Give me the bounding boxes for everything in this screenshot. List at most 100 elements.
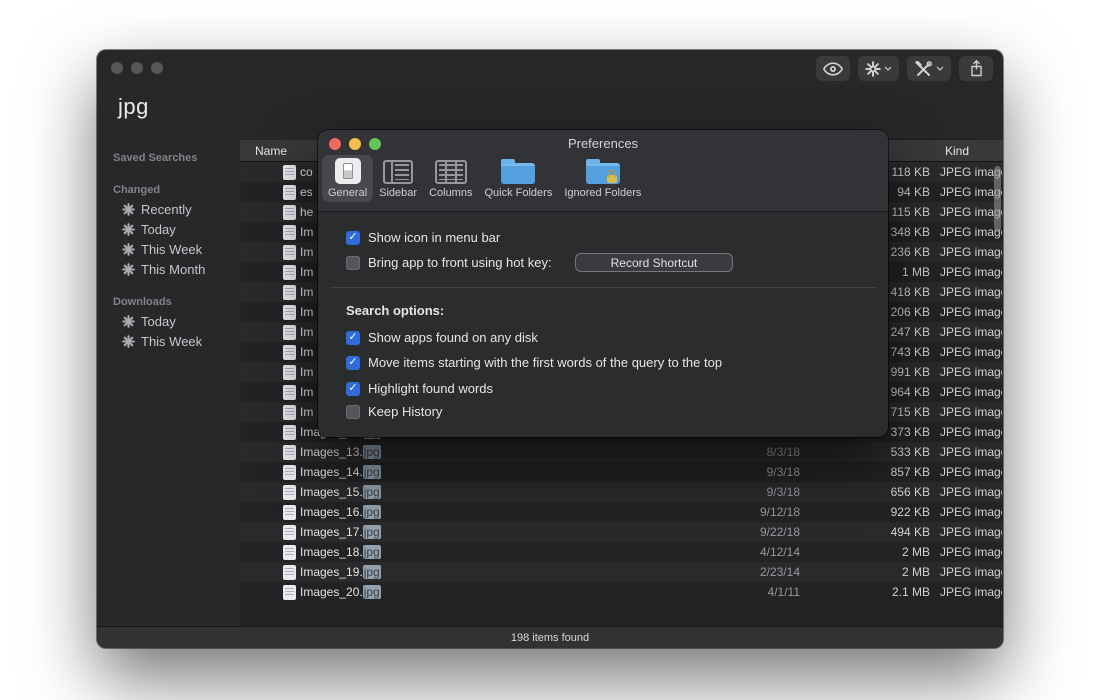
file-size: 247 KB [891,325,930,339]
file-size: 857 KB [891,465,930,479]
tools-menu-button[interactable] [907,56,951,81]
table-row[interactable]: Images_15.jpg9/3/18656 KBJPEG image [240,482,1003,502]
file-size: 1 MB [902,265,930,279]
file-size: 656 KB [891,485,930,499]
column-header-name[interactable]: Name [255,144,287,158]
file-kind: JPEG image [940,545,1002,559]
file-kind: JPEG image [940,285,1002,299]
preferences-dialog: Preferences General Sidebar Columns Quic… [318,130,888,437]
document-icon [283,265,296,280]
tools-icon [914,61,933,77]
show-icon-checkbox[interactable] [346,231,360,245]
sidebar-item-downloads-this-week[interactable]: This Week [122,335,240,348]
sidebar-item-today[interactable]: Today [122,223,240,236]
tab-general[interactable]: General [322,155,373,202]
sidebar-item-downloads-today[interactable]: Today [122,315,240,328]
file-size: 2 MB [902,545,930,559]
document-icon [283,465,296,480]
zoom-button[interactable] [151,62,163,74]
keep-history-checkbox[interactable] [346,405,360,419]
file-size: 94 KB [897,185,930,199]
document-icon [283,345,296,360]
highlight-words-checkbox[interactable] [346,382,360,396]
scrollbar-thumb[interactable] [994,166,1001,232]
dialog-title: Preferences [318,136,888,151]
close-button[interactable] [111,62,123,74]
folder-icon [501,163,535,184]
file-kind: JPEG image [940,365,1002,379]
preferences-header: Preferences General Sidebar Columns Quic… [318,130,888,212]
tab-quick-folders[interactable]: Quick Folders [478,155,558,202]
pref-option-row: Keep History [346,404,442,419]
tab-label: Sidebar [379,187,417,199]
highlighted-match: jpg [363,565,381,579]
sidebar-item-recently[interactable]: Recently [122,203,240,216]
file-kind: JPEG image [940,465,1002,479]
file-size: 922 KB [891,505,930,519]
file-name: Im [300,265,313,279]
tab-sidebar[interactable]: Sidebar [373,155,423,202]
file-size: 206 KB [891,305,930,319]
search-query[interactable]: jpg [118,94,149,120]
preview-button[interactable] [816,56,850,81]
record-shortcut-button[interactable]: Record Shortcut [575,253,733,272]
tab-ignored-folders[interactable]: Ignored Folders [558,155,647,202]
document-icon [283,205,296,220]
move-items-checkbox[interactable] [346,356,360,370]
table-row[interactable]: Images_17.jpg9/22/18494 KBJPEG image [240,522,1003,542]
highlighted-match: jpg [363,545,381,559]
highlighted-match: jpg [363,505,381,519]
status-bar: 198 items found [97,626,1003,648]
file-kind: JPEG image [940,385,1002,399]
gear-icon [122,335,135,348]
file-kind: JPEG image [940,485,1002,499]
pref-show-icon-row: Show icon in menu bar [346,230,500,245]
hotkey-checkbox[interactable] [346,256,360,270]
file-name: co [300,165,313,179]
table-row[interactable]: Images_20.jpg4/1/112.1 MBJPEG image [240,582,1003,602]
file-size: 115 KB [892,205,930,219]
file-size: 373 KB [891,425,930,439]
chevron-down-icon [936,66,944,71]
document-icon [283,285,296,300]
table-row[interactable]: Images_16.jpg9/12/18922 KBJPEG image [240,502,1003,522]
file-date: 9/3/18 [767,485,800,499]
sidebar-group-changed: Changed [113,184,240,196]
highlighted-match: jpg [363,445,381,459]
eye-icon [823,62,843,76]
file-kind: JPEG image [940,505,1002,519]
file-date: 9/22/18 [760,525,800,539]
table-row[interactable]: Images_18.jpg4/12/142 MBJPEG image [240,542,1003,562]
minimize-button[interactable] [131,62,143,74]
gear-icon [122,263,135,276]
table-row[interactable]: Images_13.jpg8/3/18533 KBJPEG image [240,442,1003,462]
file-name: Images_17.jpg [300,525,381,539]
table-row[interactable]: Images_19.jpg2/23/142 MBJPEG image [240,562,1003,582]
gear-icon [122,223,135,236]
show-apps-checkbox[interactable] [346,331,360,345]
file-name: Im [300,305,313,319]
share-button[interactable] [959,56,993,81]
highlighted-match: jpg [363,485,381,499]
pref-option-row: Show apps found on any disk [346,330,538,345]
sidebar-item-this-month[interactable]: This Month [122,263,240,276]
file-size: 743 KB [891,345,930,359]
column-header-kind[interactable]: Kind [945,144,969,158]
sidebar-item-this-week[interactable]: This Week [122,243,240,256]
toolbar [816,56,993,81]
file-name: Im [300,345,313,359]
document-icon [283,565,296,580]
actions-menu-button[interactable] [858,56,899,81]
file-date: 4/12/14 [760,545,800,559]
file-size: 2 MB [902,565,930,579]
tab-columns[interactable]: Columns [423,155,478,202]
file-kind: JPEG image [940,245,1002,259]
table-row[interactable]: Images_14.jpg9/3/18857 KBJPEG image [240,462,1003,482]
file-kind: JPEG image [940,205,1002,219]
file-name: Images_13.jpg [300,445,381,459]
sidebar-item-label: Recently [141,202,192,217]
pref-option-row: Highlight found words [346,381,493,396]
file-date: 9/3/18 [767,465,800,479]
file-kind: JPEG image [940,525,1002,539]
file-name: Im [300,225,313,239]
